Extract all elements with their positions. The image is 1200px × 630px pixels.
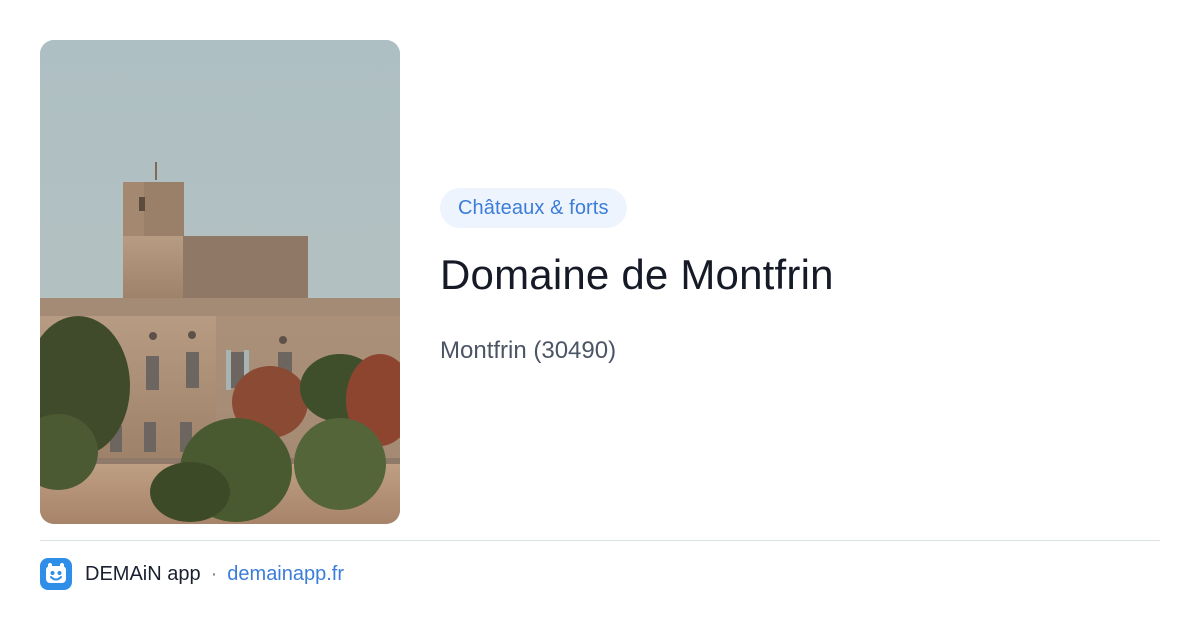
footer-separator: ·	[210, 562, 218, 585]
app-name: DEMAiN app	[85, 562, 201, 585]
footer: DEMAiN app · demainapp.fr	[40, 558, 344, 590]
place-location: Montfrin (30490)	[440, 337, 617, 364]
place-info: Châteaux & forts Domaine de Montfrin Mon…	[440, 188, 1160, 366]
preview-card[interactable]: Châteaux & forts Domaine de Montfrin Mon…	[0, 0, 1200, 630]
demain-app-logo-icon	[40, 558, 72, 590]
chateau-photo	[40, 40, 400, 524]
category-tag[interactable]: Châteaux & forts	[440, 188, 627, 228]
place-title: Domaine de Montfrin	[440, 251, 834, 298]
footer-divider	[40, 540, 1160, 541]
app-url-link[interactable]: demainapp.fr	[227, 563, 344, 586]
